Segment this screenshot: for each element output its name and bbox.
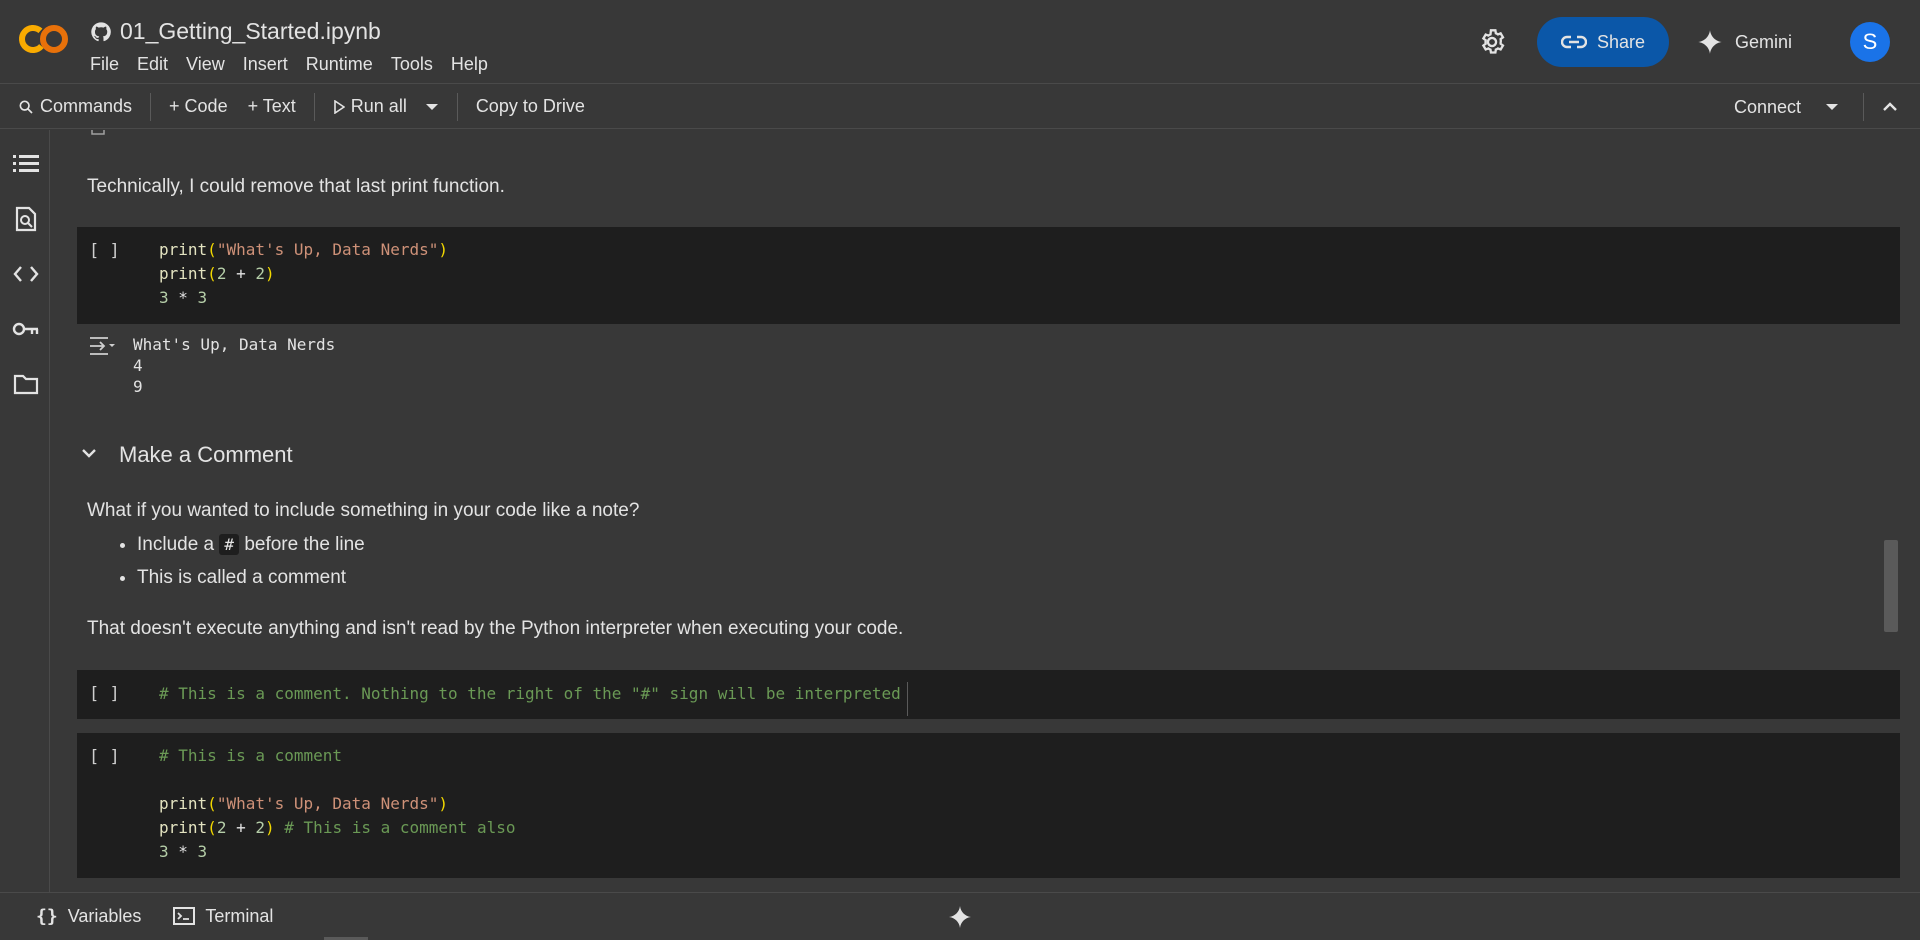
list-item: This is called a comment	[137, 561, 365, 594]
code-comment: # This is a comment also	[284, 818, 516, 837]
terminal-button[interactable]: Terminal	[173, 906, 273, 927]
menu-edit[interactable]: Edit	[137, 54, 177, 75]
collapse-header-button[interactable]	[1882, 102, 1898, 112]
paragraph: That doesn't execute anything and isn't …	[87, 618, 904, 639]
code-editor[interactable]: print("What's Up, Data Nerds") print(2 +…	[159, 238, 448, 310]
colab-logo-icon[interactable]	[18, 22, 70, 56]
connect-label: Connect	[1733, 96, 1801, 117]
add-code-button[interactable]: + Code	[169, 96, 228, 117]
cell-edge-icon	[91, 130, 105, 135]
run-cell-button[interactable]: [ ]	[89, 684, 120, 704]
output-line: What's Up, Data Nerds	[133, 335, 336, 354]
section-title: Make a Comment	[119, 442, 293, 467]
editor-cursor	[907, 682, 908, 716]
section-collapse-chevron-icon[interactable]	[81, 448, 97, 458]
connect-button[interactable]: Connect	[1734, 97, 1801, 118]
share-button[interactable]: Share	[1536, 17, 1669, 67]
copy-to-drive-button[interactable]: Copy to Drive	[476, 96, 585, 117]
notebook-content: Technically, I could remove that last pr…	[51, 130, 1900, 892]
variables-label: Variables	[67, 905, 142, 926]
connect-dropdown[interactable]	[1825, 103, 1839, 111]
variables-button[interactable]: {} Variables	[36, 906, 141, 927]
gemini-label: Gemini	[1734, 31, 1792, 52]
menu-tools[interactable]: Tools	[391, 54, 442, 75]
run-all-dropdown[interactable]	[425, 103, 439, 111]
gemini-button[interactable]: Gemini	[1697, 29, 1792, 55]
output-toggle-icon[interactable]	[88, 335, 118, 357]
code-editor[interactable]: # This is a comment print("What's Up, Da…	[159, 744, 515, 864]
code-comment: # This is a comment	[159, 746, 343, 765]
menu-view[interactable]: View	[186, 54, 234, 75]
github-icon	[91, 21, 111, 41]
output-line: 9	[133, 377, 143, 396]
code-cell-1[interactable]: [ ] print("What's Up, Data Nerds") print…	[77, 227, 1900, 324]
caret-down-icon	[425, 103, 438, 110]
left-sidebar	[0, 130, 50, 892]
account-avatar[interactable]: S	[1850, 22, 1890, 62]
link-icon	[1560, 35, 1587, 49]
notebook-toolbar: Commands + Code + Text Run all Copy to D…	[0, 85, 1920, 129]
bullet-text: before the line	[244, 534, 365, 555]
find-replace-icon[interactable]	[12, 205, 40, 233]
run-cell-button[interactable]: [ ]	[89, 241, 120, 261]
terminal-icon	[173, 907, 196, 925]
add-code-label: + Code	[169, 96, 228, 116]
code-snippets-icon[interactable]	[12, 260, 40, 288]
scrollbar-thumb[interactable]	[1884, 540, 1898, 632]
menu-insert[interactable]: Insert	[243, 54, 297, 75]
menu-help[interactable]: Help	[451, 54, 497, 75]
menu-runtime[interactable]: Runtime	[306, 54, 382, 75]
toolbar-divider	[1863, 93, 1864, 121]
search-icon	[19, 100, 33, 114]
run-cell-button[interactable]: [ ]	[89, 747, 120, 767]
add-text-label: + Text	[247, 96, 296, 116]
code-cell-2[interactable]: [ ] # This is a comment. Nothing to the …	[77, 670, 1900, 719]
toolbar-divider	[313, 92, 315, 121]
gemini-sparkle-icon[interactable]	[948, 905, 972, 929]
cell-1-output: What's Up, Data Nerds 4 9	[133, 334, 335, 397]
code-editor[interactable]: # This is a comment. Nothing to the righ…	[159, 682, 901, 706]
play-icon	[333, 99, 345, 114]
bullet-list: Include a # before the line This is call…	[137, 528, 365, 594]
secrets-key-icon[interactable]	[12, 315, 40, 343]
copy-to-drive-label: Copy to Drive	[475, 96, 585, 116]
braces-icon: {}	[36, 905, 58, 927]
commands-label: Commands	[40, 96, 133, 116]
commands-button[interactable]: Commands	[18, 96, 132, 117]
caret-down-icon	[1826, 104, 1838, 110]
settings-gear-icon[interactable]	[1475, 25, 1509, 59]
bottom-bar: {} Variables Terminal	[0, 892, 1920, 940]
list-item: Include a # before the line	[137, 528, 365, 561]
toolbar-divider	[150, 92, 152, 121]
run-all-button[interactable]: Run all	[333, 96, 407, 117]
run-all-label: Run all	[350, 96, 407, 116]
chevron-up-icon	[1883, 102, 1897, 111]
notebook-title[interactable]: 01_Getting_Started.ipynb	[120, 18, 381, 45]
intro-text: Technically, I could remove that last pr…	[87, 176, 505, 197]
inline-code: #	[219, 534, 240, 555]
share-label: Share	[1596, 31, 1645, 52]
bullet-text: Include a	[137, 534, 215, 555]
code-cell-3[interactable]: [ ] # This is a comment print("What's Up…	[77, 733, 1900, 878]
menu-file[interactable]: File	[90, 54, 128, 75]
toolbar-divider	[456, 92, 458, 121]
files-folder-icon[interactable]	[12, 370, 40, 398]
table-of-contents-icon[interactable]	[12, 150, 40, 178]
paragraph: What if you wanted to include something …	[87, 500, 640, 521]
add-text-button[interactable]: + Text	[248, 96, 296, 117]
terminal-label: Terminal	[205, 905, 274, 926]
menu-bar: File Edit View Insert Runtime Tools Help	[90, 54, 506, 75]
header: 01_Getting_Started.ipynb File Edit View …	[0, 0, 1920, 84]
gemini-sparkle-icon	[1698, 30, 1722, 54]
output-line: 4	[133, 356, 143, 375]
